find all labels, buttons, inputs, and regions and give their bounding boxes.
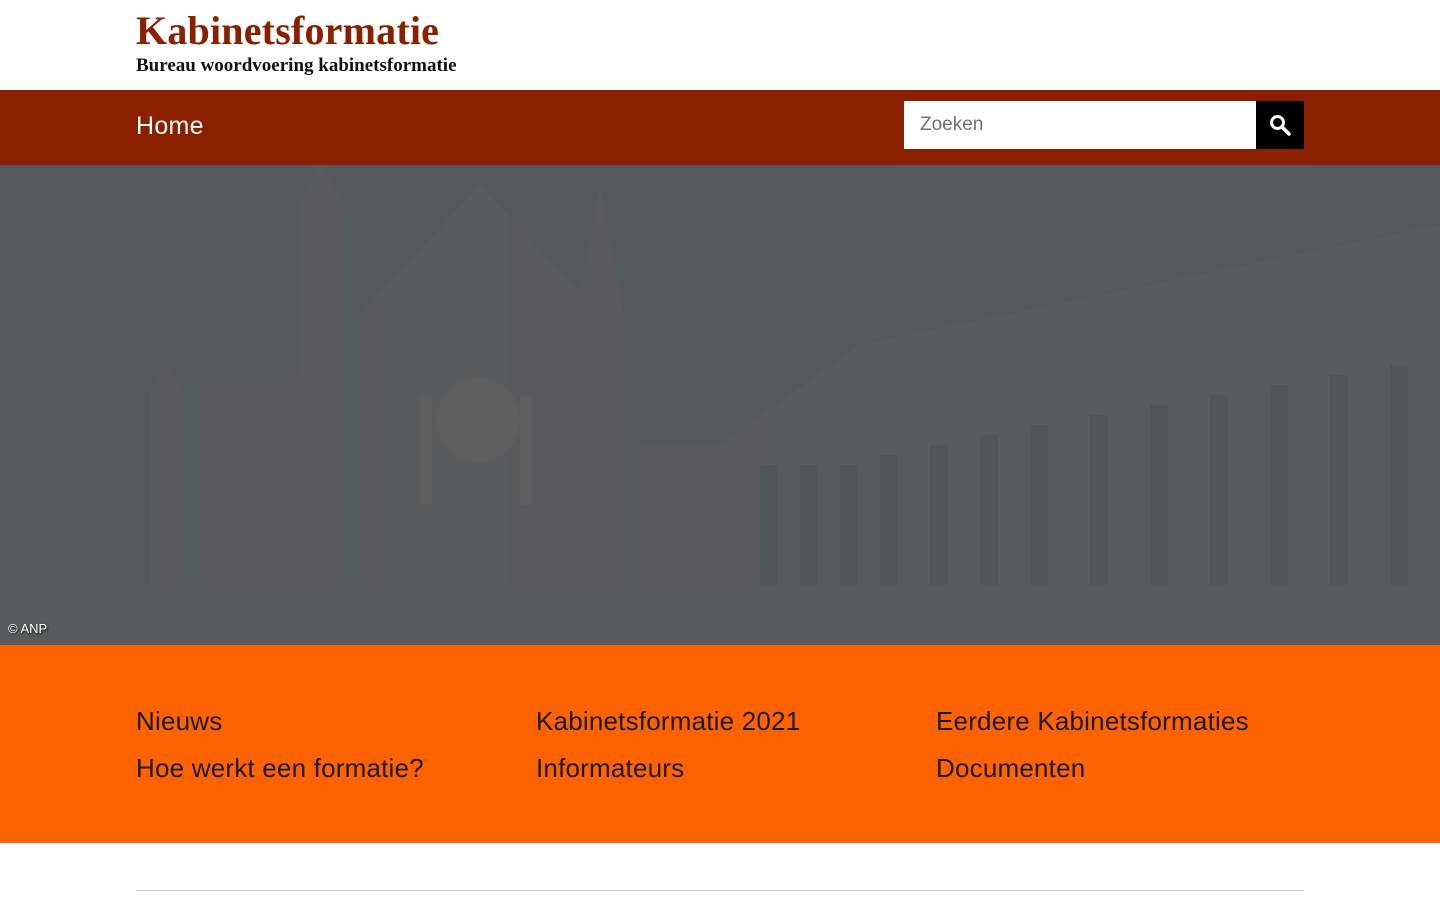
link-nieuws[interactable]: Nieuws: [136, 705, 222, 737]
image-credit: © ANP: [8, 621, 48, 636]
link-kabinetsformatie-2021[interactable]: Kabinetsformatie 2021: [536, 705, 800, 737]
nav-home-link[interactable]: Home: [136, 110, 204, 142]
main-navigation: Home: [0, 90, 1440, 165]
section-divider: [136, 890, 1304, 891]
link-informateurs[interactable]: Informateurs: [536, 752, 684, 784]
hero-photo: [0, 165, 1440, 645]
link-eerdere-kabinetsformaties[interactable]: Eerdere Kabinetsformaties: [936, 705, 1249, 737]
site-header: Kabinetsformatie Bureau woordvoering kab…: [0, 0, 1440, 90]
search-input[interactable]: [904, 101, 1256, 149]
search-icon: [1270, 115, 1291, 136]
site-title: Kabinetsformatie: [136, 8, 440, 53]
link-hoe-werkt-een-formatie[interactable]: Hoe werkt een formatie?: [136, 752, 424, 784]
site-subtitle: Bureau woordvoering kabinetsformatie: [136, 55, 457, 76]
search-button[interactable]: [1256, 101, 1304, 149]
link-documenten[interactable]: Documenten: [936, 752, 1085, 784]
site-logo[interactable]: Kabinetsformatie Bureau woordvoering kab…: [136, 10, 476, 80]
hero-image: © ANP: [0, 165, 1440, 645]
quick-links: Nieuws Kabinetsformatie 2021 Eerdere Kab…: [0, 645, 1440, 843]
